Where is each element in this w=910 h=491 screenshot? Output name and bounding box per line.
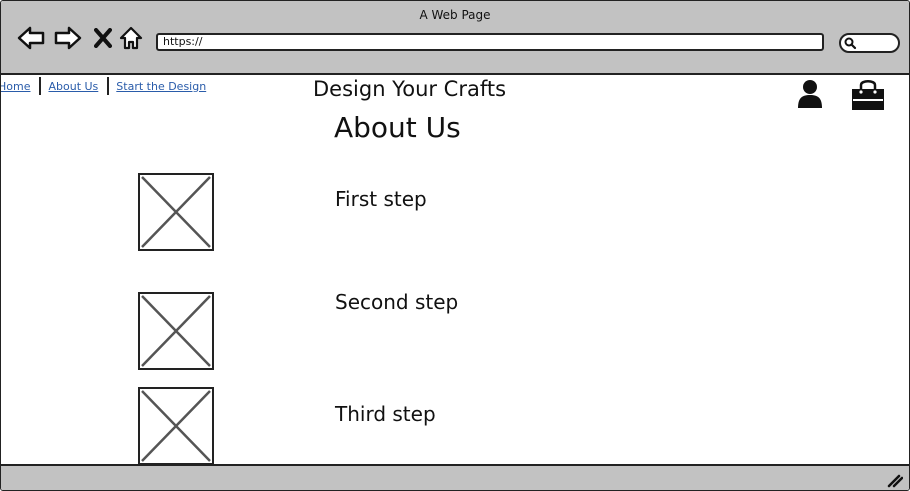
browser-chrome: A Web Page https:// xyxy=(1,1,909,75)
page-heading: About Us xyxy=(334,111,461,144)
user-icon[interactable] xyxy=(797,79,823,113)
url-input[interactable]: https:// xyxy=(156,33,824,51)
close-icon[interactable] xyxy=(88,21,118,55)
nav-link-start-the-design[interactable]: Start the Design xyxy=(109,80,215,93)
image-placeholder-icon xyxy=(141,295,211,367)
forward-arrow-icon[interactable] xyxy=(53,21,83,55)
resize-grip-icon[interactable] xyxy=(887,474,903,488)
image-placeholder-icon xyxy=(141,176,211,248)
step-label-3: Third step xyxy=(335,402,436,426)
step-image-2 xyxy=(138,292,214,370)
brand-title: Design Your Crafts xyxy=(313,77,507,101)
nav-link-about-us[interactable]: About Us xyxy=(41,80,107,93)
step-image-3 xyxy=(138,387,214,465)
nav-links: Home About Us Start the Design xyxy=(1,77,215,95)
step-label-2: Second step xyxy=(335,290,459,314)
nav-link-home[interactable]: Home xyxy=(1,80,39,93)
search-icon xyxy=(844,37,857,50)
step-label-1: First step xyxy=(335,187,427,211)
search-field[interactable] xyxy=(839,33,900,53)
home-icon[interactable] xyxy=(116,21,146,55)
back-arrow-icon[interactable] xyxy=(16,21,46,55)
browser-window: A Web Page https:// Home About Us Start … xyxy=(0,0,910,491)
step-image-1 xyxy=(138,173,214,251)
shopping-bag-icon[interactable] xyxy=(850,78,886,115)
window-title: A Web Page xyxy=(419,8,491,22)
image-placeholder-icon xyxy=(141,390,211,462)
status-bar xyxy=(1,464,909,490)
